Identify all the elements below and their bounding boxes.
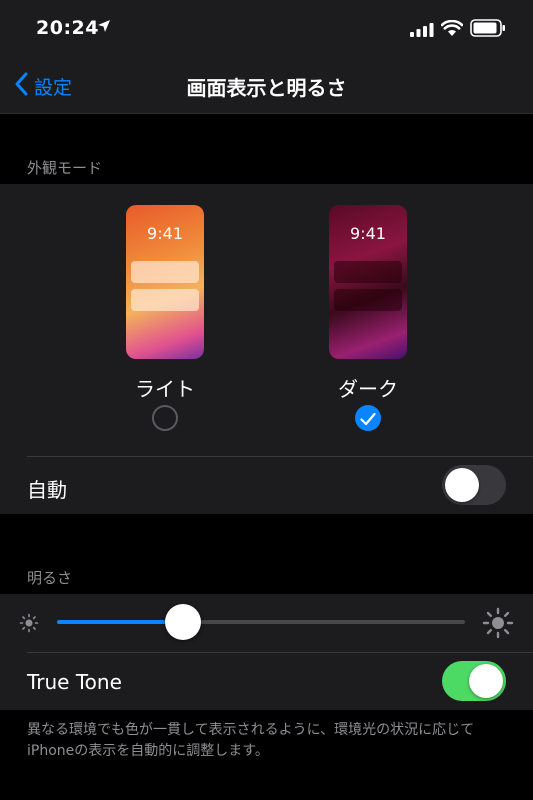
page-title: 画面表示と明るさ: [186, 76, 347, 100]
cellular-signal-icon: [410, 22, 435, 41]
divider: [27, 652, 533, 653]
appearance-option-light[interactable]: 9:41 ライト: [115, 205, 215, 431]
appearance-section-header: 外観モード: [27, 159, 103, 177]
appearance-group: 9:41 ライト 9:41 ダーク 自動: [0, 184, 533, 514]
true-tone-toggle[interactable]: [442, 661, 506, 701]
wifi-icon: [440, 19, 464, 41]
status-time: 20:24: [36, 17, 99, 39]
checkmark-icon: [360, 411, 376, 430]
preview-time: 9:41: [350, 224, 386, 243]
preview-notification: [131, 261, 199, 283]
light-mode-radio[interactable]: [152, 405, 178, 431]
true-tone-description: 異なる環境でも色が一貫して表示されるように、環境光の状況に応じてiPhoneの表…: [27, 722, 475, 759]
auto-label: 自動: [27, 478, 67, 502]
divider: [27, 456, 533, 457]
location-arrow-icon: [97, 18, 111, 37]
true-tone-label: True Tone: [27, 670, 122, 694]
sun-small-icon: [19, 613, 39, 637]
navigation-bar: 設定 画面表示と明るさ: [0, 58, 533, 114]
brightness-section-header: 明るさ: [27, 569, 73, 587]
brightness-group: True Tone: [0, 594, 533, 710]
preview-time: 9:41: [147, 224, 183, 243]
battery-icon: [470, 19, 506, 41]
status-bar: 20:24: [0, 0, 533, 58]
dark-mode-preview: 9:41: [329, 205, 407, 359]
brightness-slider-thumb[interactable]: [165, 604, 202, 640]
dark-mode-radio[interactable]: [355, 405, 381, 431]
preview-notification: [334, 261, 402, 283]
sun-large-icon: [482, 607, 514, 643]
preview-notification: [334, 289, 402, 311]
dark-mode-label: ダーク: [338, 377, 398, 401]
brightness-slider[interactable]: [57, 604, 465, 640]
preview-notification: [131, 289, 199, 311]
light-mode-preview: 9:41: [126, 205, 204, 359]
auto-toggle[interactable]: [442, 465, 506, 505]
light-mode-label: ライト: [135, 377, 195, 401]
appearance-option-dark[interactable]: 9:41 ダーク: [318, 205, 418, 431]
